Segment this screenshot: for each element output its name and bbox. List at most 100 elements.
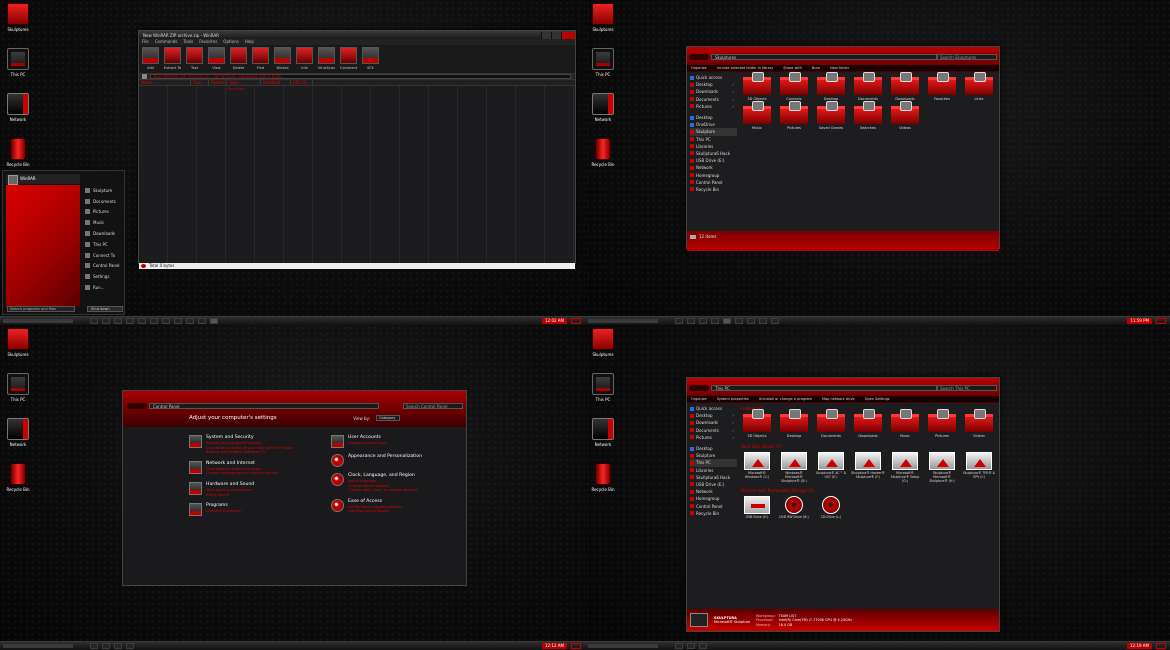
start-item-skulpture[interactable]: Skulpture	[85, 185, 125, 196]
folder-item-pictures[interactable]: Pictures	[925, 409, 959, 438]
start-item-downloads[interactable]: Downloads	[85, 228, 125, 239]
folder-item-links[interactable]: Links	[962, 72, 996, 101]
taskbar-app[interactable]	[759, 318, 767, 324]
category-task-link[interactable]: Choose homegroup and sharing options	[206, 471, 278, 476]
search-input[interactable]: Search This PC	[937, 385, 997, 391]
drive-item[interactable]: Windows® Microsoft® Skulpture® (D:)	[777, 452, 811, 483]
taskbar-app[interactable]	[699, 318, 707, 324]
shutdown-button[interactable]: Shut down	[87, 306, 123, 312]
taskbar-app[interactable]	[162, 318, 170, 324]
menu-tools[interactable]: Tools	[183, 39, 193, 45]
folder-item-searches[interactable]: Searches	[851, 101, 885, 130]
back-forward-buttons[interactable]	[689, 385, 709, 391]
nav-item-homegroup[interactable]: Homegroup	[690, 495, 737, 502]
nav-item-skullptura6-hack[interactable]: Skullptura6 Hack	[690, 474, 737, 481]
category-task-link[interactable]: Backup and Restore (Windows 7)	[206, 450, 294, 455]
taskbar-app[interactable]	[114, 643, 122, 649]
nav-item-homegroup[interactable]: Homegroup	[690, 171, 737, 178]
start-item-settings[interactable]: Settings	[85, 271, 125, 282]
file-list[interactable]: File folder	[139, 86, 575, 263]
start-item-this-pc[interactable]: This PC	[85, 239, 125, 250]
folder-item-3d-objects[interactable]: 3D Objects	[740, 72, 774, 101]
view-button[interactable]: View	[207, 47, 226, 71]
taskbar-app[interactable]	[675, 318, 683, 324]
taskbar-app[interactable]	[747, 318, 755, 324]
folder-item-downloads[interactable]: Downloads	[888, 72, 922, 101]
taskbar-app[interactable]	[150, 318, 158, 324]
info-button[interactable]: Info	[295, 47, 314, 71]
category-title-link[interactable]: Network and Internet	[206, 461, 278, 466]
desktop-icon-this-pc[interactable]: This PC	[587, 373, 619, 417]
nav-item-quick-access[interactable]: Quick access	[690, 74, 737, 81]
back-forward-buttons[interactable]	[689, 54, 709, 60]
burn-button[interactable]: Burn	[812, 65, 820, 71]
folder-item-music[interactable]: Music	[740, 101, 774, 130]
nav-item-documents[interactable]: Documents ✓	[690, 427, 737, 434]
folder-item-desktop[interactable]: Desktop	[777, 409, 811, 438]
nav-item-desktop[interactable]: Desktop ✓	[690, 81, 737, 88]
nav-item-pictures[interactable]: Pictures ✓	[690, 434, 737, 441]
desktop-icon-network[interactable]: Network	[2, 418, 34, 462]
drive-item[interactable]: CD Drive (L:)	[814, 496, 848, 520]
category-title-link[interactable]: Hardware and Sound	[206, 482, 254, 487]
uninstall-program-button[interactable]: Uninstall or change a program	[759, 396, 812, 402]
category-task-link[interactable]: View devices and printers	[206, 488, 254, 493]
folder-item-desktop[interactable]: Desktop	[814, 72, 848, 101]
taskbar-clock[interactable]: 11:59 PM	[1127, 318, 1152, 324]
taskbar-app[interactable]	[687, 643, 695, 649]
wizard-button[interactable]: Wizard	[273, 47, 292, 71]
taskbar-app[interactable]	[90, 318, 98, 324]
drive-item[interactable]: Microsoft® Windows® (C:)	[740, 452, 774, 483]
start-item-documents[interactable]: Documents	[85, 196, 125, 207]
section-header-drives[interactable]: Hard Disk Drives (7)	[741, 444, 996, 449]
nav-item-pictures[interactable]: Pictures ✓	[690, 103, 737, 110]
drive-item[interactable]: Skulptura® XC™ & US7 (E:)	[814, 452, 848, 483]
menu-commands[interactable]: Commands	[155, 39, 178, 45]
include-in-library-button[interactable]: Include selected folder in library	[717, 65, 774, 71]
desktop-icon-recycle-bin[interactable]: Recycle Bin	[587, 463, 619, 507]
taskbar-app[interactable]	[711, 318, 719, 324]
taskbar-app[interactable]	[687, 318, 695, 324]
nav-item-recycle-bin[interactable]: Recycle Bin	[690, 510, 737, 517]
folder-item-documents[interactable]: Documents	[851, 72, 885, 101]
add-button[interactable]: Add	[141, 47, 160, 71]
drive-item[interactable]: Microsoft® Skulpture® Setup (G:)	[888, 452, 922, 483]
start-button[interactable]	[588, 644, 658, 648]
extract-to-button[interactable]: Extract To	[163, 47, 182, 71]
drive-item[interactable]: DVD RW Drive (B:)	[777, 496, 811, 520]
view-by-select[interactable]: Category	[376, 415, 400, 421]
new-folder-button[interactable]: New folder	[830, 65, 849, 71]
folder-item-downloads[interactable]: Downloads	[851, 409, 885, 438]
taskbar-app[interactable]	[699, 643, 707, 649]
organize-button[interactable]: Organize	[691, 396, 707, 402]
notification-icon[interactable]	[571, 643, 581, 649]
start-search-input[interactable]: Search programs and files	[7, 306, 75, 312]
table-row[interactable]: File folder	[227, 87, 245, 91]
nav-item-skullptura6-hack[interactable]: Skullptura6 Hack	[690, 150, 737, 157]
nav-item-skulpture[interactable]: Skulpture	[690, 452, 737, 459]
taskbar-app[interactable]	[90, 643, 98, 649]
drive-item[interactable]: Skulptura® Hacker® Skulpture® (F:)	[851, 452, 885, 483]
taskbar-app-active[interactable]	[723, 318, 731, 324]
address-bar[interactable]: Skulptures	[711, 54, 937, 60]
nav-item-desktop[interactable]: Desktop ✓	[690, 412, 737, 419]
virusscan-button[interactable]: VirusScan	[317, 47, 336, 71]
menu-options[interactable]: Options	[223, 39, 238, 45]
test-button[interactable]: Test	[185, 47, 204, 71]
category-title-link[interactable]: Appearance and Personalization	[348, 454, 422, 459]
taskbar-clock[interactable]: 12:19 AM	[1127, 643, 1152, 649]
nav-item-onedrive[interactable]: OneDrive	[690, 121, 737, 128]
desktop-icon-skulptures[interactable]: Skulptures	[2, 3, 34, 47]
start-item-run[interactable]: Run...	[85, 282, 125, 293]
start-item-control-panel[interactable]: Control Panel	[85, 261, 125, 272]
taskbar-app[interactable]	[771, 318, 779, 324]
column-crc32[interactable]: CRC32	[291, 80, 313, 85]
organize-button[interactable]: Organize	[691, 65, 707, 71]
start-button[interactable]	[3, 319, 73, 323]
category-title-link[interactable]: Clock, Language, and Region	[348, 473, 418, 478]
desktop-icon-recycle-bin[interactable]: Recycle Bin	[587, 138, 619, 182]
column-size[interactable]: Size	[191, 80, 209, 85]
folder-item-pictures[interactable]: Pictures	[777, 101, 811, 130]
desktop-icon-network[interactable]: Network	[587, 418, 619, 462]
find-button[interactable]: Find	[251, 47, 270, 71]
